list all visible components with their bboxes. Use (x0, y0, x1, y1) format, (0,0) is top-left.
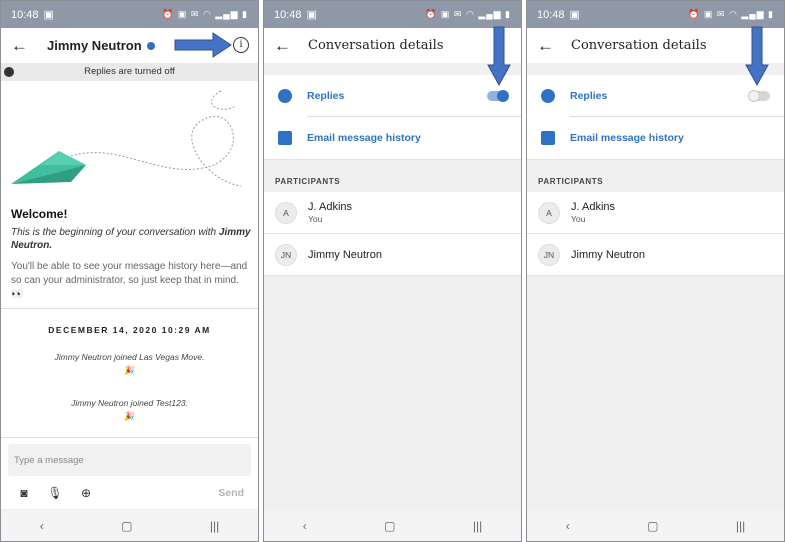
status-icons: ⏰ ▣ ✉ ◠ ▂▄▆ ▮ (688, 9, 774, 19)
chat-bubble-icon (4, 67, 14, 77)
image-icon: ▣ (306, 9, 317, 21)
participant-name: J. Adkins (308, 201, 353, 213)
participant-row[interactable]: A J. Adkins You (527, 192, 784, 234)
participant-name: J. Adkins (571, 201, 616, 213)
globe-icon[interactable]: ⊕ (77, 486, 95, 500)
annotation-arrow (487, 26, 511, 87)
info-icon[interactable]: i (233, 37, 249, 53)
email-icon (541, 131, 555, 145)
home-nav-icon[interactable]: ▢ (384, 519, 395, 533)
android-nav-bar: ‹ ▢ ||| (527, 511, 784, 541)
avatar: JN (538, 243, 560, 266)
welcome-title: Welcome! (11, 207, 68, 221)
status-icons: ⏰ ▣ ✉ ◠ ▂▄▆ ▮ (162, 9, 248, 19)
party-emoji: 🎉 (124, 411, 135, 421)
avatar: A (275, 201, 297, 224)
recents-nav-icon[interactable]: ||| (736, 519, 745, 533)
email-history-label: Email message history (307, 132, 421, 144)
replies-label: Replies (570, 90, 608, 102)
status-time: 10:48 (11, 8, 39, 21)
replies-label: Replies (307, 90, 345, 102)
home-nav-icon[interactable]: ▢ (121, 519, 132, 533)
paper-plane-illustration (11, 90, 242, 187)
android-nav-bar: ‹ ▢ ||| (1, 511, 258, 541)
divider (1, 308, 258, 309)
details-title: Conversation details (308, 38, 444, 53)
welcome-block: Welcome! This is the beginning of your c… (11, 207, 251, 302)
back-arrow-icon[interactable]: ← (11, 36, 33, 56)
status-bar: 10:48 ▣ ⏰ ▣ ✉ ◠ ▂▄▆ ▮ (264, 1, 521, 28)
back-nav-icon[interactable]: ‹ (40, 519, 44, 533)
verified-badge-icon (146, 41, 155, 50)
recents-nav-icon[interactable]: ||| (473, 519, 482, 533)
participant-row[interactable]: A J. Adkins You (264, 192, 521, 234)
settings-section: Replies Email message history (264, 75, 521, 159)
microphone-icon[interactable]: 🎙 (46, 486, 64, 500)
welcome-note: You'll be able to see your message histo… (11, 261, 248, 300)
chat-bubble-icon (278, 89, 292, 103)
back-arrow-icon[interactable]: ← (537, 36, 559, 56)
system-event: Jimmy Neutron joined Las Vegas Move. 🎉 (1, 352, 258, 376)
status-icons: ⏰ ▣ ✉ ◠ ▂▄▆ ▮ (425, 9, 511, 19)
status-bar: 10:48 ▣ ⏰ ▣ ✉ ◠ ▂▄▆ ▮ (1, 1, 258, 28)
status-time: 10:48 (537, 8, 565, 21)
email-icon (278, 131, 292, 145)
send-button[interactable]: Send (218, 487, 244, 499)
participant-row[interactable]: JN Jimmy Neutron (527, 234, 784, 276)
replies-toggle[interactable] (487, 90, 509, 102)
participant-sub: You (571, 214, 586, 224)
settings-section: Replies Email message history (527, 75, 784, 159)
welcome-text: This is the beginning of your conversati… (11, 227, 251, 251)
party-emoji: 🎉 (124, 365, 135, 375)
contact-name: Jimmy Neutron (47, 38, 142, 53)
date-separator: DECEMBER 14, 2020 10:29 AM (48, 325, 211, 335)
composer-toolbar: ◙ 🎙 ⊕ Send (8, 486, 251, 500)
back-arrow-icon[interactable]: ← (274, 36, 296, 56)
message-list[interactable]: Welcome! This is the beginning of your c… (1, 81, 258, 437)
participant-name: Jimmy Neutron (308, 248, 382, 261)
avatar: A (538, 201, 560, 224)
replies-off-banner: Replies are turned off (1, 63, 258, 81)
participants-header: PARTICIPANTS (527, 159, 784, 192)
phone-screen-conversation: 10:48 ▣ ⏰ ▣ ✉ ◠ ▂▄▆ ▮ ← Jimmy Neutron i R… (0, 0, 259, 542)
email-history-row[interactable]: Email message history (264, 117, 521, 159)
camera-icon[interactable]: ◙ (15, 486, 33, 500)
android-nav-bar: ‹ ▢ ||| (264, 511, 521, 541)
email-history-label: Email message history (570, 132, 684, 144)
system-event: Jimmy Neutron joined Test123. 🎉 (1, 398, 258, 422)
replies-off-text: Replies are turned off (84, 66, 175, 77)
participant-sub: You (308, 214, 323, 224)
participant-name: Jimmy Neutron (571, 248, 645, 261)
status-bar: 10:48 ▣ ⏰ ▣ ✉ ◠ ▂▄▆ ▮ (527, 1, 784, 28)
home-nav-icon[interactable]: ▢ (647, 519, 658, 533)
annotation-arrow (174, 32, 232, 58)
image-icon: ▣ (569, 9, 580, 21)
chat-bubble-icon (541, 89, 555, 103)
annotation-arrow (745, 26, 769, 87)
image-icon: ▣ (43, 9, 54, 21)
participants-header: PARTICIPANTS (264, 159, 521, 192)
recents-nav-icon[interactable]: ||| (210, 519, 219, 533)
message-input[interactable]: Type a message (8, 444, 251, 476)
avatar: JN (275, 243, 297, 266)
back-nav-icon[interactable]: ‹ (303, 519, 307, 533)
composer: Type a message ◙ 🎙 ⊕ Send (1, 437, 258, 509)
email-history-row[interactable]: Email message history (527, 117, 784, 159)
back-nav-icon[interactable]: ‹ (566, 519, 570, 533)
details-title: Conversation details (571, 38, 707, 53)
phone-screen-details-off: 10:48 ▣ ⏰ ▣ ✉ ◠ ▂▄▆ ▮ ← Conversation deta… (526, 0, 785, 542)
details-header: ← Conversation details (264, 28, 521, 63)
participant-row[interactable]: JN Jimmy Neutron (264, 234, 521, 276)
phone-screen-details-on: 10:48 ▣ ⏰ ▣ ✉ ◠ ▂▄▆ ▮ ← Conversation deta… (263, 0, 522, 542)
status-time: 10:48 (274, 8, 302, 21)
replies-row[interactable]: Replies (264, 75, 521, 117)
replies-toggle[interactable] (748, 90, 770, 102)
